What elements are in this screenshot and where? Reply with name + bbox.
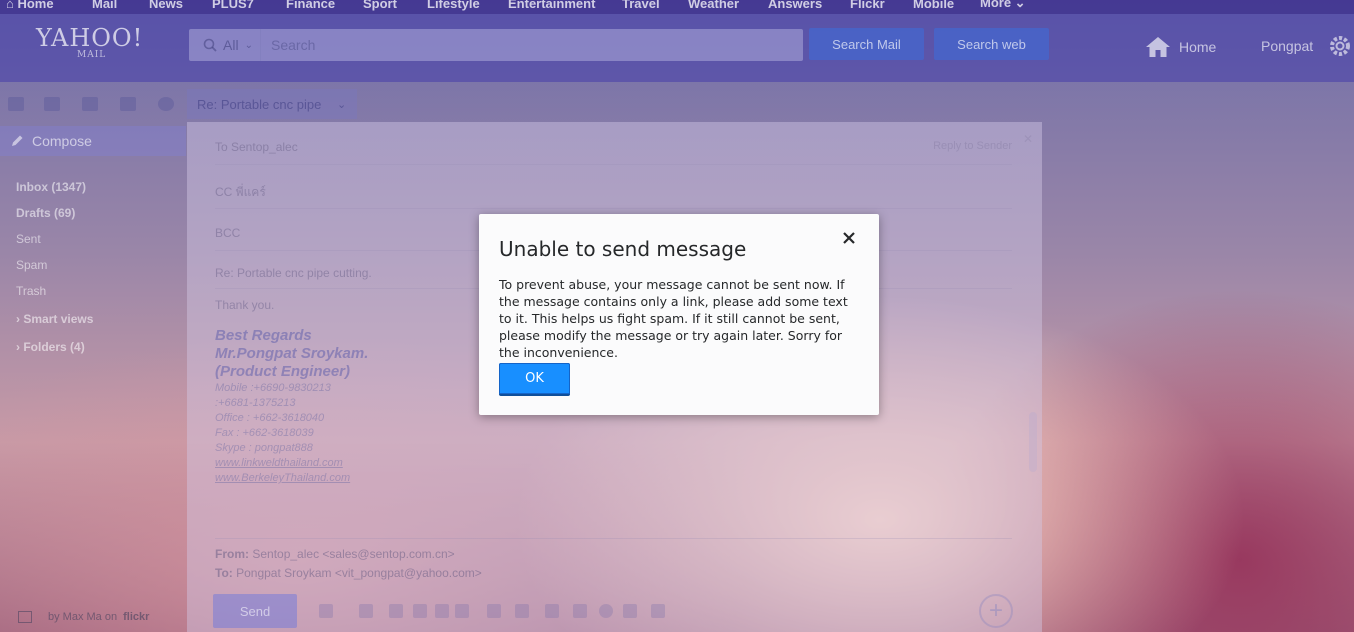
search-input[interactable]: Search bbox=[261, 37, 315, 53]
scrollbar[interactable] bbox=[1029, 412, 1037, 472]
nav-entertainment[interactable]: Entertainment bbox=[508, 0, 595, 11]
plus-icon[interactable]: + bbox=[979, 594, 1013, 628]
picture-icon bbox=[18, 611, 32, 623]
reply-to-sender-link[interactable]: Reply to Sender bbox=[933, 140, 1012, 152]
dialog-title: Unable to send message bbox=[499, 237, 747, 261]
sidebar-item-trash[interactable]: Trash bbox=[16, 284, 46, 298]
attach-icon[interactable] bbox=[319, 604, 333, 618]
logo-text: YAHOO! bbox=[36, 24, 144, 52]
flickr-brand: flickr bbox=[123, 611, 150, 623]
nav-more[interactable]: More ⌄ bbox=[980, 0, 1026, 11]
home-label: Home bbox=[1179, 39, 1217, 55]
nav-flickr[interactable]: Flickr bbox=[850, 0, 885, 11]
dialog-message: To prevent abuse, your message cannot be… bbox=[499, 277, 848, 360]
nav-mobile[interactable]: Mobile bbox=[913, 0, 954, 11]
to-field[interactable]: To Sentop_alec bbox=[215, 140, 298, 154]
search-scope-dropdown[interactable]: All ⌄ bbox=[189, 29, 261, 61]
home-link[interactable]: Home bbox=[1145, 36, 1216, 58]
signature-detail: Mobile :+6690-9830213 bbox=[215, 382, 331, 394]
inbox-icon[interactable] bbox=[8, 97, 24, 111]
subject-field[interactable]: Re: Portable cnc pipe cutting. bbox=[215, 266, 372, 280]
align-icon[interactable] bbox=[545, 604, 559, 618]
sidebar: Compose Inbox (1347) Drafts (69) Sent Sp… bbox=[0, 126, 186, 632]
nav-plus7[interactable]: PLUS7 bbox=[212, 0, 254, 11]
contacts-icon[interactable] bbox=[44, 97, 60, 111]
tab-label: Re: Portable cnc pipe bbox=[197, 96, 322, 112]
sidebar-item-sent[interactable]: Sent bbox=[16, 232, 41, 246]
nav-finance[interactable]: Finance bbox=[286, 0, 335, 11]
bcc-field[interactable]: BCC bbox=[215, 226, 240, 240]
sidebar-item-drafts[interactable]: Drafts (69) bbox=[16, 206, 75, 220]
nav-weather[interactable]: Weather bbox=[688, 0, 739, 11]
tab-compose-subject[interactable]: Re: Portable cnc pipe ⌄ bbox=[187, 89, 357, 119]
search-web-button[interactable]: Search web bbox=[934, 28, 1049, 60]
compose-label: Compose bbox=[32, 133, 92, 149]
divider bbox=[215, 538, 1012, 539]
text-color-icon[interactable] bbox=[455, 604, 469, 618]
nav-sport[interactable]: Sport bbox=[363, 0, 397, 11]
signature-line: Best Regards bbox=[215, 327, 312, 344]
compose-button[interactable]: Compose bbox=[0, 126, 186, 156]
cc-field[interactable]: CC พี่แคร์ bbox=[215, 183, 266, 202]
yahoo-logo[interactable]: YAHOO! bbox=[36, 26, 143, 50]
close-icon[interactable] bbox=[839, 228, 859, 248]
logo-subtitle: MAIL bbox=[77, 50, 107, 60]
sidebar-item-inbox[interactable]: Inbox (1347) bbox=[16, 180, 86, 194]
nav-answers[interactable]: Answers bbox=[768, 0, 822, 11]
calendar-icon[interactable] bbox=[82, 97, 98, 111]
indent-icon[interactable] bbox=[515, 604, 529, 618]
ok-button[interactable]: OK bbox=[499, 363, 570, 396]
signature-line: (Product Engineer) bbox=[215, 363, 351, 380]
top-navigation: ⌂ Home Mail News PLUS7 Finance Sport Lif… bbox=[0, 0, 1354, 14]
signature-detail: Office : +662-3618040 bbox=[215, 412, 325, 424]
gear-icon[interactable] bbox=[1328, 34, 1352, 58]
error-dialog: Unable to send message To prevent abuse,… bbox=[479, 214, 879, 415]
signature-link[interactable]: www.linkweldthailand.com bbox=[215, 457, 343, 469]
quoted-from: From: Sentop_alec <sales@sentop.com.cn> bbox=[215, 547, 455, 561]
user-name[interactable]: Pongpat bbox=[1261, 38, 1313, 54]
signature-detail: Skype : pongpat888 bbox=[215, 442, 313, 454]
quoted-to: To: Pongpat Sroykam <vit_pongpat@yahoo.c… bbox=[215, 566, 482, 580]
home-icon bbox=[1146, 37, 1170, 57]
divider bbox=[215, 208, 1012, 209]
send-button[interactable]: Send bbox=[213, 594, 297, 628]
insert-image-icon[interactable] bbox=[359, 604, 373, 618]
divider bbox=[215, 164, 1012, 165]
signature-detail: :+6681-1375213 bbox=[215, 397, 296, 409]
nav-travel[interactable]: Travel bbox=[622, 0, 660, 11]
nav-news[interactable]: News bbox=[149, 0, 183, 11]
bullet-list-icon[interactable] bbox=[487, 604, 501, 618]
messenger-icon[interactable] bbox=[158, 97, 174, 111]
signature-line: Mr.Pongpat Sroykam. bbox=[215, 345, 369, 362]
message-body-text[interactable]: Thank you. bbox=[215, 298, 274, 312]
search-bar[interactable]: All ⌄ Search bbox=[189, 29, 803, 61]
masthead: YAHOO! MAIL All ⌄ Search Search Mail Sea… bbox=[0, 14, 1354, 82]
search-mail-button[interactable]: Search Mail bbox=[809, 28, 924, 60]
trash-icon[interactable] bbox=[651, 604, 665, 618]
close-icon[interactable]: ✕ bbox=[1023, 132, 1033, 146]
sidebar-item-spam[interactable]: Spam bbox=[16, 258, 47, 272]
nav-mail[interactable]: Mail bbox=[92, 0, 117, 11]
bold-icon[interactable] bbox=[413, 604, 427, 618]
pencil-icon bbox=[12, 135, 23, 146]
chevron-down-icon: ⌄ bbox=[244, 39, 253, 51]
nav-lifestyle[interactable]: Lifestyle bbox=[427, 0, 480, 11]
sidebar-item-smart-views[interactable]: › Smart views bbox=[16, 312, 93, 326]
search-icon bbox=[203, 38, 217, 52]
notepad-icon[interactable] bbox=[120, 97, 136, 111]
signature-link[interactable]: www.BerkeleyThailand.com bbox=[215, 472, 350, 484]
sidebar-item-folders[interactable]: › Folders (4) bbox=[16, 340, 85, 354]
search-scope-label: All bbox=[223, 37, 239, 53]
credit-text: by Max Ma on bbox=[48, 611, 118, 623]
link-icon[interactable] bbox=[573, 604, 587, 618]
signature-detail: Fax : +662-3618039 bbox=[215, 427, 314, 439]
font-size-icon[interactable] bbox=[389, 604, 403, 618]
chevron-down-icon: ⌄ bbox=[337, 98, 347, 111]
italic-icon[interactable] bbox=[435, 604, 449, 618]
plain-text-icon[interactable] bbox=[623, 604, 637, 618]
emoji-icon[interactable] bbox=[599, 604, 613, 618]
background-credit[interactable]: by Max Ma on flickr bbox=[18, 611, 149, 623]
nav-home[interactable]: ⌂ Home bbox=[6, 0, 54, 11]
